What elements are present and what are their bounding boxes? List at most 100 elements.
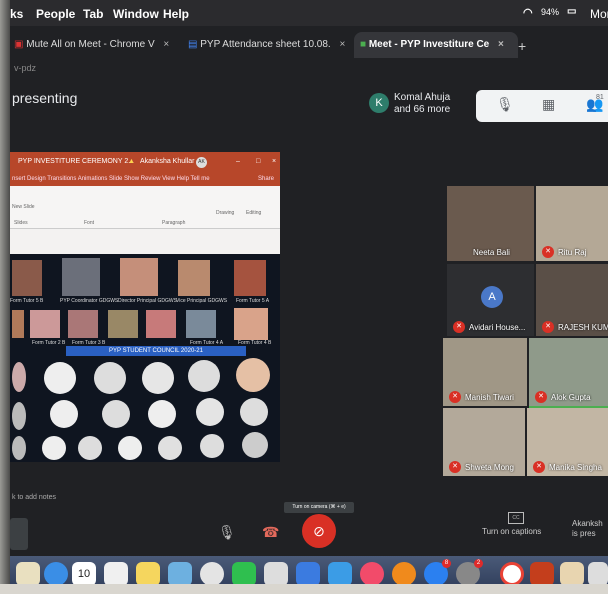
menu-help[interactable]: Help bbox=[163, 7, 189, 21]
notes-placeholder[interactable]: k to add notes bbox=[12, 494, 56, 501]
hang-up-icon[interactable]: ☎ bbox=[262, 524, 279, 541]
app-icon[interactable] bbox=[560, 562, 584, 586]
music-icon[interactable] bbox=[360, 562, 384, 586]
mic-off-icon: ✕ bbox=[453, 321, 465, 333]
safari-icon[interactable] bbox=[44, 562, 68, 586]
teacher-photo bbox=[120, 258, 158, 296]
presenter-name: Akanksh bbox=[572, 519, 603, 528]
student-photo bbox=[50, 400, 78, 428]
video-tile[interactable]: ✕ Manika Singha bbox=[527, 408, 608, 476]
student-photo bbox=[94, 362, 126, 394]
camera-off-button[interactable]: ⊘ bbox=[302, 514, 336, 548]
student-photo bbox=[196, 398, 224, 426]
tab-title: PYP Attendance sheet 10.08. bbox=[200, 39, 331, 50]
teacher-photo bbox=[12, 310, 24, 338]
powerpoint-icon[interactable] bbox=[530, 562, 554, 586]
wifi-icon: ◠ bbox=[523, 7, 533, 19]
ribbon-group-label: Slides bbox=[14, 220, 28, 226]
menu-tab[interactable]: Tab bbox=[83, 7, 103, 21]
meet-icon: ■ bbox=[360, 39, 367, 50]
student-photo bbox=[102, 400, 130, 428]
mic-off-icon: ✕ bbox=[449, 461, 461, 473]
captions-label[interactable]: Turn on captions bbox=[482, 527, 541, 536]
teacher-photo bbox=[186, 310, 216, 338]
close-icon[interactable]: × bbox=[498, 39, 504, 50]
captions-icon[interactable]: CC bbox=[508, 512, 524, 524]
launchpad-icon[interactable] bbox=[16, 562, 40, 586]
close-icon[interactable]: × bbox=[340, 39, 346, 50]
tab-meet[interactable]: ■ Meet - PYP Investiture Ce × bbox=[354, 32, 518, 58]
participant-name: RAJESH KUM bbox=[558, 323, 608, 332]
participant-name: Ritu Raj bbox=[558, 248, 587, 257]
menu-people[interactable]: People bbox=[36, 7, 75, 21]
close-icon[interactable]: × bbox=[163, 39, 169, 50]
editing-button[interactable]: Editing bbox=[246, 210, 261, 216]
student-photo bbox=[148, 400, 176, 428]
video-tile[interactable]: ✕ Manish Tiwari bbox=[443, 338, 527, 406]
student-photo bbox=[240, 398, 268, 426]
menu-item[interactable]: ks bbox=[10, 7, 23, 21]
drawing-button[interactable]: Drawing bbox=[216, 210, 234, 216]
layout-icon[interactable]: ▦ bbox=[542, 96, 555, 113]
video-tile[interactable]: ✕ RAJESH KUM bbox=[536, 264, 608, 336]
docs-icon: ▤ bbox=[188, 39, 198, 50]
participant-more: and 66 more bbox=[394, 104, 451, 115]
teacher-photo bbox=[68, 310, 98, 338]
participant-name: Komal Ahuja bbox=[394, 92, 451, 103]
avatar: A bbox=[481, 286, 503, 308]
minimize-icon[interactable]: – bbox=[236, 152, 240, 172]
video-tile[interactable]: ✕ Alok Gupta bbox=[529, 338, 608, 408]
maximize-icon[interactable]: □ bbox=[256, 152, 260, 172]
notification-badge: 2 bbox=[474, 559, 483, 568]
council-banner: PYP STUDENT COUNCIL 2020-21 bbox=[66, 346, 246, 356]
reminders-icon[interactable] bbox=[104, 562, 128, 586]
caption: Vice Principal GDGWS bbox=[176, 298, 228, 304]
share-button[interactable]: Share bbox=[258, 172, 274, 186]
video-tile[interactable]: ✕ Ritu Raj bbox=[536, 186, 608, 261]
caption: Form Tutor 2 B bbox=[32, 340, 66, 346]
warning-icon: ▲ bbox=[128, 158, 135, 165]
participant-count: 81 bbox=[596, 94, 604, 101]
video-tile[interactable]: ✕ Shweta Mong bbox=[443, 408, 525, 476]
chrome-icon[interactable] bbox=[500, 562, 524, 586]
student-photo bbox=[12, 362, 26, 392]
settings-icon[interactable]: 2 bbox=[456, 559, 483, 586]
url-fragment: v-pdz bbox=[10, 60, 608, 78]
photos-icon[interactable] bbox=[200, 562, 224, 586]
mic-off-icon: ✕ bbox=[542, 321, 554, 333]
menu-window[interactable]: Window bbox=[113, 7, 159, 21]
video-tile[interactable]: A ✕ Avidari House... bbox=[447, 264, 534, 336]
teacher-photo bbox=[234, 260, 266, 296]
pages-icon[interactable] bbox=[264, 562, 288, 586]
video-tile[interactable]: Neeta Bali bbox=[447, 186, 534, 261]
ribbon-tab-list[interactable]: nsert Design Transitions Animations Slid… bbox=[12, 172, 210, 186]
numbers-icon[interactable] bbox=[296, 562, 320, 586]
app-icon[interactable] bbox=[588, 562, 608, 586]
notes-icon[interactable] bbox=[136, 562, 160, 586]
presenting-label: presenting bbox=[12, 90, 78, 106]
mic-icon[interactable]: 🎙 bbox=[218, 524, 236, 541]
books-icon[interactable] bbox=[392, 562, 416, 586]
teacher-photo bbox=[12, 260, 42, 296]
new-slide-button[interactable]: New Slide bbox=[12, 204, 35, 210]
participant-name: Manish Tiwari bbox=[465, 393, 514, 402]
student-photo bbox=[118, 436, 142, 460]
app-store-icon[interactable]: 8 bbox=[424, 559, 451, 586]
facetime-icon[interactable] bbox=[232, 562, 256, 586]
calendar-icon[interactable]: 10 bbox=[72, 562, 96, 586]
student-photo bbox=[12, 436, 26, 460]
mic-off-icon: ✕ bbox=[542, 246, 554, 258]
participant-name: Alok Gupta bbox=[551, 393, 591, 402]
participant-name: Neeta Bali bbox=[473, 248, 510, 257]
mic-off-icon[interactable]: 🎙 bbox=[496, 96, 514, 113]
preview-icon[interactable] bbox=[168, 562, 192, 586]
tab-mute-all[interactable]: ▣ Mute All on Meet - Chrome V × bbox=[14, 32, 182, 58]
close-icon[interactable]: × bbox=[272, 152, 276, 172]
new-tab-button[interactable]: + bbox=[518, 38, 526, 54]
meeting-details-button[interactable] bbox=[10, 518, 28, 550]
presenter-status: is pres bbox=[572, 529, 596, 538]
teacher-photo bbox=[234, 308, 268, 340]
keynote-icon[interactable] bbox=[328, 562, 352, 586]
tab-attendance-sheet[interactable]: ▤ PYP Attendance sheet 10.08. × bbox=[188, 32, 350, 58]
avatar: AK bbox=[196, 157, 207, 168]
